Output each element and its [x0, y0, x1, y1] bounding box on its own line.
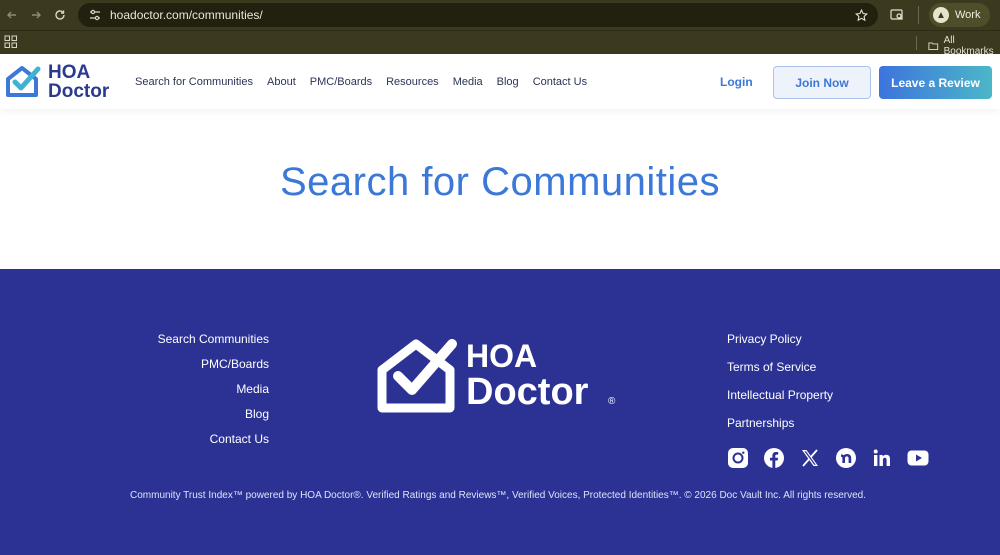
profile-button[interactable]: ▲ Work — [929, 3, 991, 27]
all-bookmarks-button[interactable]: All Bookmarks — [928, 35, 1000, 57]
footer-link-contact-us[interactable]: Contact Us — [158, 431, 269, 456]
nav-blog[interactable]: Blog — [497, 76, 519, 88]
footer-link-pmc-boards[interactable]: PMC/Boards — [158, 356, 269, 381]
join-now-button[interactable]: Join Now — [773, 66, 871, 99]
avatar-icon: ▲ — [933, 7, 949, 23]
instagram-icon[interactable] — [727, 447, 749, 469]
main-nav: Search for Communities About PMC/Boards … — [135, 55, 601, 109]
registered-mark: ® — [608, 396, 616, 407]
site-footer: Search Communities PMC/Boards Media Blog… — [0, 269, 1000, 555]
house-check-icon — [377, 339, 457, 413]
browser-toolbar: hoadoctor.com/communities/ ▲ Work ⋮ — [0, 0, 1000, 30]
house-check-icon — [6, 66, 41, 97]
youtube-icon[interactable] — [907, 447, 929, 469]
footer-link-privacy-policy[interactable]: Privacy Policy — [727, 331, 833, 359]
site-header: HOA Doctor Search for Communities About … — [0, 55, 1000, 109]
linkedin-icon[interactable] — [871, 447, 893, 469]
footer-logo-line2: Doctor — [466, 371, 589, 413]
bookmark-star-icon[interactable] — [852, 6, 870, 24]
footer-right-links: Privacy Policy Terms of Service Intellec… — [727, 331, 833, 443]
footer-left-links: Search Communities PMC/Boards Media Blog… — [158, 331, 269, 456]
nav-resources[interactable]: Resources — [386, 76, 439, 88]
reload-button[interactable] — [48, 3, 72, 27]
bookmarks-divider — [916, 36, 917, 50]
forward-button[interactable] — [24, 3, 48, 27]
x-icon[interactable] — [799, 447, 821, 469]
profile-name: Work — [955, 9, 981, 21]
login-link[interactable]: Login — [720, 75, 753, 89]
page-title: Search for Communities — [279, 160, 721, 204]
tab-search-icon[interactable] — [886, 4, 908, 26]
nav-search-communities[interactable]: Search for Communities — [135, 76, 253, 88]
arrow-right-icon — [32, 11, 41, 19]
logo-line2: Doctor — [48, 81, 110, 102]
footer-logo[interactable]: HOA Doctor ® — [376, 336, 626, 416]
apps-grid-icon[interactable] — [4, 35, 18, 49]
facebook-icon[interactable] — [763, 447, 785, 469]
footer-link-media[interactable]: Media — [158, 381, 269, 406]
nextdoor-icon[interactable] — [835, 447, 857, 469]
social-links — [727, 447, 943, 469]
arrow-left-icon — [7, 11, 16, 19]
nav-contact-us[interactable]: Contact Us — [533, 76, 587, 88]
reload-icon — [55, 10, 65, 20]
nav-pmc-boards[interactable]: PMC/Boards — [310, 76, 372, 88]
footer-link-search-communities[interactable]: Search Communities — [158, 331, 269, 356]
site-logo[interactable]: HOA Doctor — [4, 63, 114, 103]
nav-media[interactable]: Media — [453, 76, 483, 88]
footer-link-partnerships[interactable]: Partnerships — [727, 415, 833, 443]
leave-review-button[interactable]: Leave a Review — [879, 66, 992, 99]
footer-link-intellectual-property[interactable]: Intellectual Property — [727, 387, 833, 415]
site-info-icon[interactable] — [84, 4, 106, 26]
back-button[interactable] — [0, 3, 24, 27]
menu-kebab-icon[interactable]: ⋮ — [996, 8, 1000, 22]
footer-logo-line1: HOA — [466, 338, 538, 374]
address-bar[interactable]: hoadoctor.com/communities/ — [78, 3, 878, 27]
toolbar-divider — [918, 6, 919, 24]
logo-line1: HOA — [48, 62, 91, 83]
nav-about[interactable]: About — [267, 76, 296, 88]
folder-icon — [928, 42, 939, 50]
url-text: hoadoctor.com/communities/ — [110, 8, 263, 22]
all-bookmarks-label: All Bookmarks — [943, 35, 994, 57]
footer-link-blog[interactable]: Blog — [158, 406, 269, 431]
bookmarks-bar: All Bookmarks — [0, 30, 1000, 57]
copyright-text: Community Trust Index™ powered by HOA Do… — [130, 490, 866, 501]
footer-link-terms-of-service[interactable]: Terms of Service — [727, 359, 833, 387]
